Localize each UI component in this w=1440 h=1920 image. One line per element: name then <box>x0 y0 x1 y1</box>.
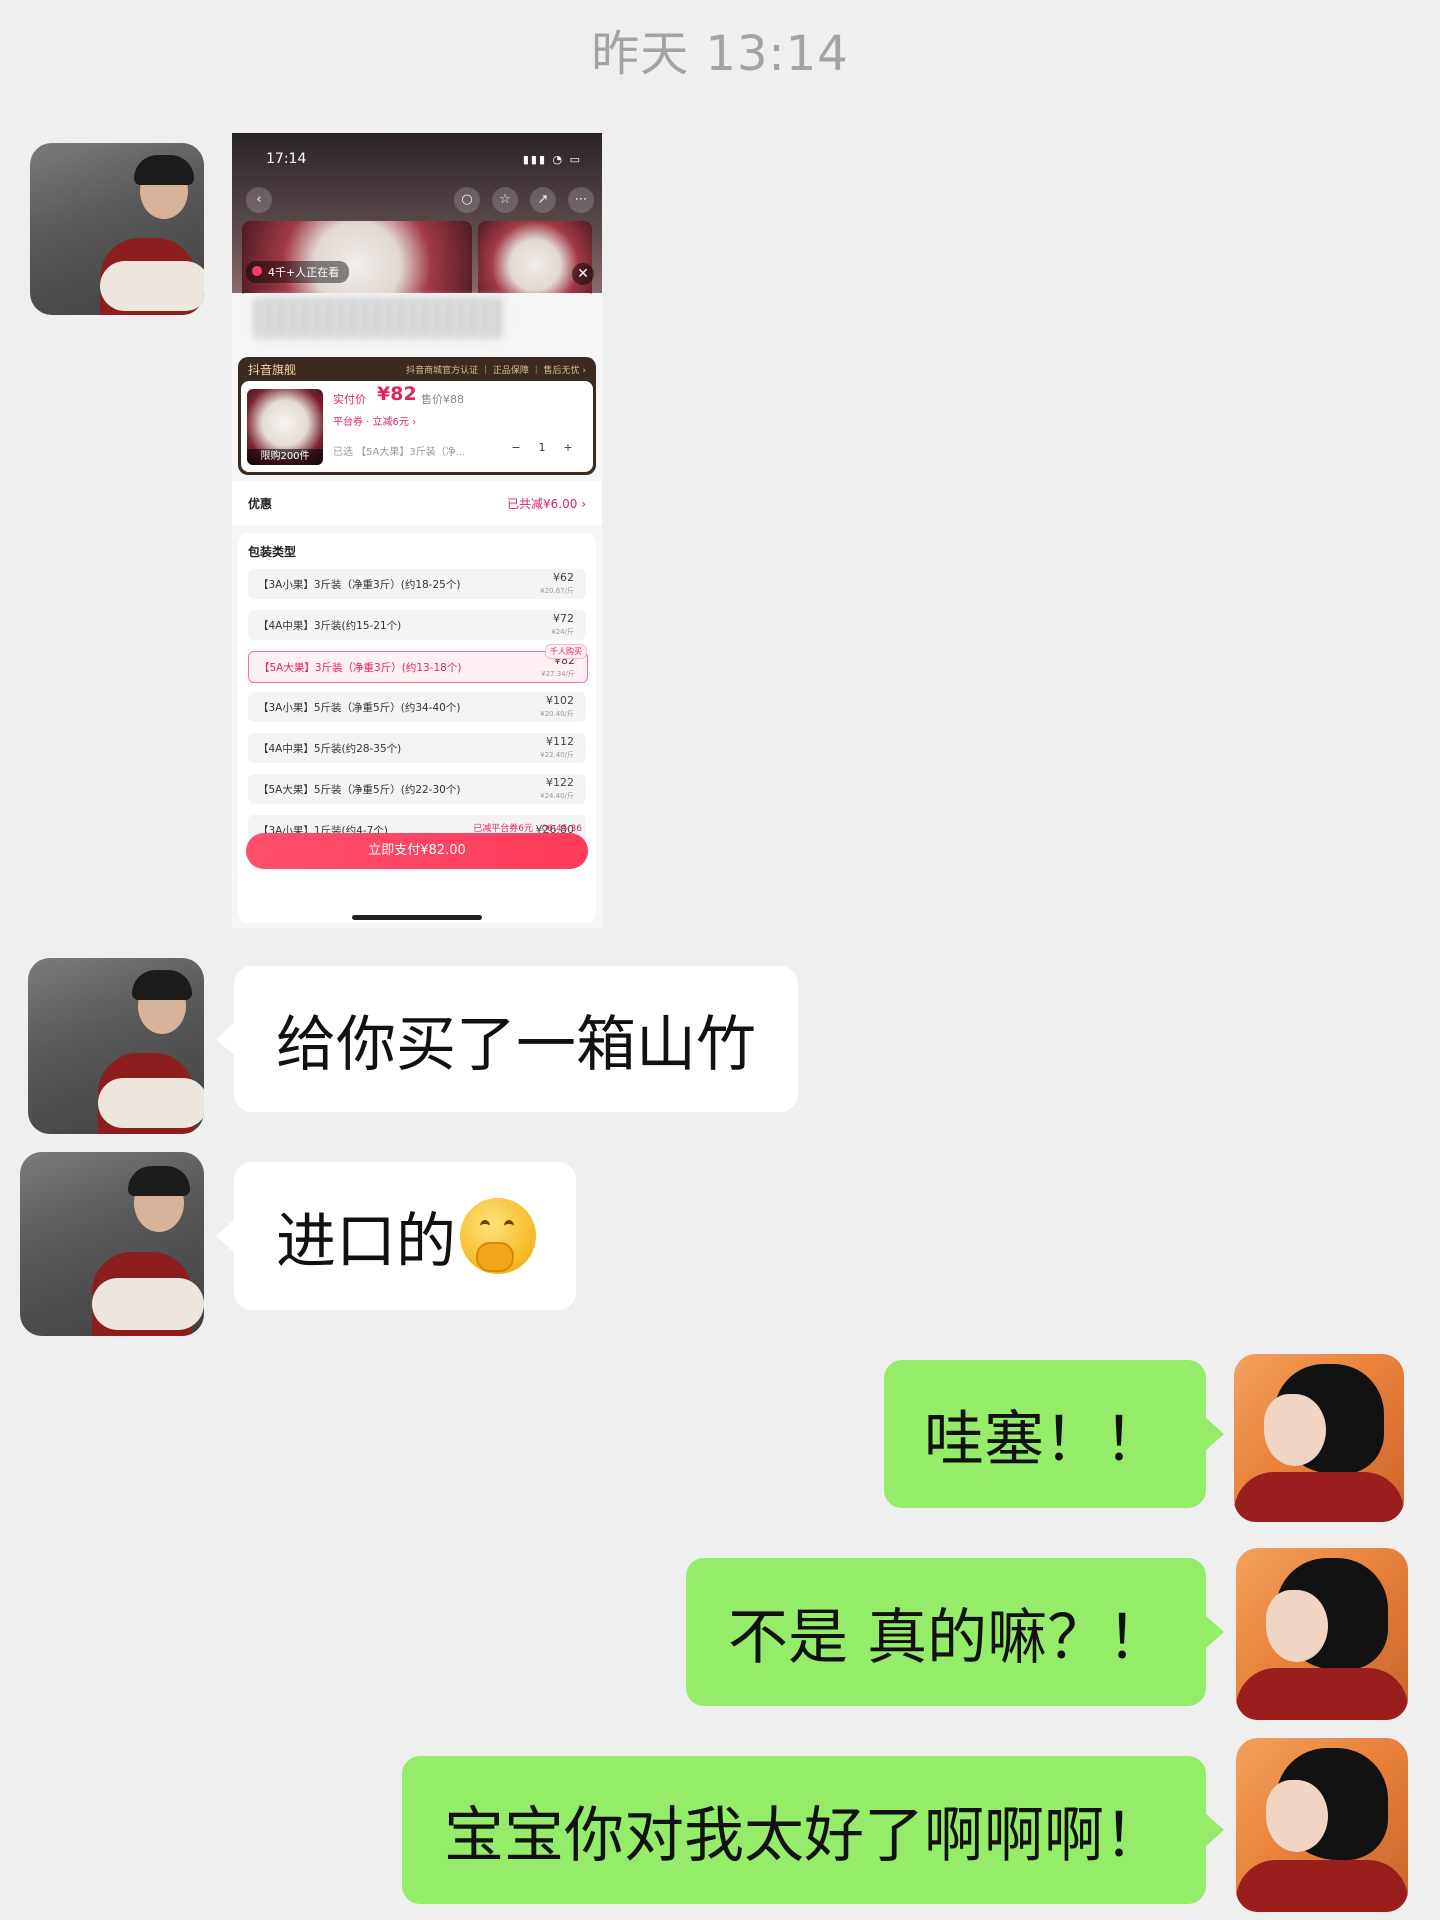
option-label: 【5A大果】5斤装（净重5斤）(约22-30个) <box>258 784 461 796</box>
message-text: 哇塞！！ <box>924 1404 1164 1475</box>
selected-variant: 已选 【5A大果】3斤装（净... <box>333 447 466 458</box>
message-text: 给你买了一箱山竹 <box>276 1009 756 1080</box>
more-icon[interactable]: ⋯ <box>568 187 594 213</box>
option-price: ¥72 <box>553 612 574 625</box>
pay-price-label: 实付价 <box>333 393 366 406</box>
message-text: 宝宝你对我太好了啊啊啊！ <box>444 1800 1164 1871</box>
package-option[interactable]: 【3A小果】5斤装（净重5斤）(约34-40个) ¥102 ¥20.40/斤 <box>248 692 586 722</box>
search-icon[interactable]: ○ <box>454 187 480 213</box>
favorite-icon[interactable]: ☆ <box>492 187 518 213</box>
pay-price: ¥82 <box>377 383 417 405</box>
live-viewers-text: 4千+人正在看 <box>268 266 340 279</box>
original-price: 售价¥88 <box>421 393 464 406</box>
purchase-sheet: 抖音旗舰 抖音商城官方认证 ｜ 正品保障 ｜ 售后无忧 › 限购200件 实付价… <box>232 293 602 928</box>
emoji-eye <box>480 1220 490 1232</box>
discount-row[interactable]: 优惠 已共减¥6.00 › <box>232 481 602 525</box>
qty-value: 1 <box>538 441 546 454</box>
my-avatar[interactable] <box>1236 1738 1408 1912</box>
option-unit-price: ¥20.67/斤 <box>540 587 574 595</box>
live-viewers-tag: 4千+人正在看 <box>246 261 350 283</box>
close-icon[interactable]: ✕ <box>572 263 594 285</box>
package-option[interactable]: 【5A大果】5斤装（净重5斤）(约22-30个) ¥122 ¥24.40/斤 <box>248 774 586 804</box>
option-unit-price: ¥20.40/斤 <box>540 710 574 718</box>
option-unit-price: ¥24/斤 <box>551 628 574 636</box>
my-avatar[interactable] <box>1234 1354 1404 1522</box>
qty-plus-button[interactable]: + <box>555 441 581 454</box>
option-price: ¥112 <box>546 735 574 748</box>
message-bubble-me[interactable]: 哇塞！！ <box>884 1360 1224 1508</box>
thinking-emoji-icon <box>460 1198 536 1274</box>
package-option-selected[interactable]: 【5A大果】3斤装（净重3斤）(约13-18个) ¥82 ¥27.34/斤 千人… <box>248 644 588 683</box>
qty-minus-button[interactable]: − <box>503 441 529 454</box>
emoji-hand <box>476 1242 514 1272</box>
status-icons: ▮▮▮ ◔ ▭ <box>522 153 582 166</box>
discount-label: 优惠 <box>248 497 273 511</box>
package-title: 包装类型 <box>248 545 297 559</box>
bubble-tail <box>216 1220 234 1252</box>
package-option[interactable]: 【4A中果】3斤装(约15-21个) ¥72 ¥24/斤 <box>248 610 586 640</box>
message-text: 不是 真的嘛？！ <box>728 1602 1168 1673</box>
contact-avatar[interactable] <box>20 1152 204 1336</box>
contact-avatar[interactable] <box>28 958 204 1134</box>
option-label: 【4A中果】3斤装(约15-21个) <box>258 620 402 632</box>
option-label: 【3A小果】5斤装（净重5斤）(约34-40个) <box>258 702 461 714</box>
share-icon[interactable]: ↗ <box>530 187 556 213</box>
status-time: 17:14 <box>266 151 307 167</box>
option-price: ¥102 <box>546 694 574 707</box>
package-option[interactable]: 【4A中果】5斤装(约28-35个) ¥112 ¥22.40/斤 <box>248 733 586 763</box>
quantity-stepper[interactable]: −1 + <box>503 441 581 454</box>
discount-value: 已共减¥6.00 › <box>507 497 586 511</box>
product-header: 17:14 ▮▮▮ ◔ ▭ ‹ ○ ☆ ↗ ⋯ 4千+人正在看 ✕ <box>232 133 602 301</box>
home-indicator <box>352 915 482 920</box>
store-guarantees[interactable]: 抖音商城官方认证 ｜ 正品保障 ｜ 售后无忧 › <box>406 363 586 376</box>
option-label: 【4A中果】5斤装(约28-35个) <box>258 743 402 755</box>
option-label: 【5A大果】3斤装（净重3斤）(约13-18个) <box>259 662 462 674</box>
platform-coupon[interactable]: 平台券 · 立减6元 › <box>333 413 416 428</box>
option-unit-price: ¥24.40/斤 <box>540 792 574 800</box>
contact-avatar[interactable] <box>30 143 204 315</box>
package-option[interactable]: 【3A小果】3斤装（净重3斤）(约18-25个) ¥62 ¥20.67/斤 <box>248 569 586 599</box>
bubble-tail <box>1206 1616 1224 1648</box>
bubble-tail <box>1206 1814 1224 1846</box>
hot-tag: 千人购买 <box>545 644 587 659</box>
product-image <box>478 221 592 301</box>
chat-timestamp: 昨天 13:14 <box>591 26 849 82</box>
blurred-address <box>254 297 504 339</box>
message-text: 进口的 <box>276 1206 456 1277</box>
my-avatar[interactable] <box>1236 1548 1408 1720</box>
bubble-tail <box>1206 1418 1224 1450</box>
option-label: 【3A小果】3斤装（净重3斤）(约18-25个) <box>258 579 461 591</box>
message-bubble-me[interactable]: 宝宝你对我太好了啊啊啊！ <box>402 1756 1224 1904</box>
store-badge: 抖音旗舰 <box>248 363 297 377</box>
pay-now-button[interactable]: 立即支付¥82.00 <box>246 833 588 869</box>
purchase-limit-tag: 限购200件 <box>247 449 323 465</box>
store-card: 抖音旗舰 抖音商城官方认证 ｜ 正品保障 ｜ 售后无忧 › 限购200件 实付价… <box>238 357 596 475</box>
option-price: ¥62 <box>553 571 574 584</box>
message-bubble-me[interactable]: 不是 真的嘛？！ <box>686 1558 1224 1706</box>
emoji-eye <box>504 1220 514 1232</box>
message-bubble-contact[interactable]: 进口的 <box>216 1162 576 1310</box>
live-dot-icon <box>252 266 262 276</box>
option-unit-price: ¥22.40/斤 <box>540 751 574 759</box>
option-unit-price: ¥27.34/斤 <box>541 670 575 678</box>
back-icon[interactable]: ‹ <box>246 187 272 213</box>
bubble-tail <box>216 1023 234 1055</box>
option-price: ¥122 <box>546 776 574 789</box>
message-bubble-contact[interactable]: 给你买了一箱山竹 <box>216 966 798 1112</box>
product-summary: 限购200件 实付价 ¥82 售价¥88 平台券 · 立减6元 › 已选 【5A… <box>241 381 593 472</box>
product-screenshot-image[interactable]: 17:14 ▮▮▮ ◔ ▭ ‹ ○ ☆ ↗ ⋯ 4千+人正在看 ✕ 抖音旗舰 抖… <box>232 133 602 928</box>
